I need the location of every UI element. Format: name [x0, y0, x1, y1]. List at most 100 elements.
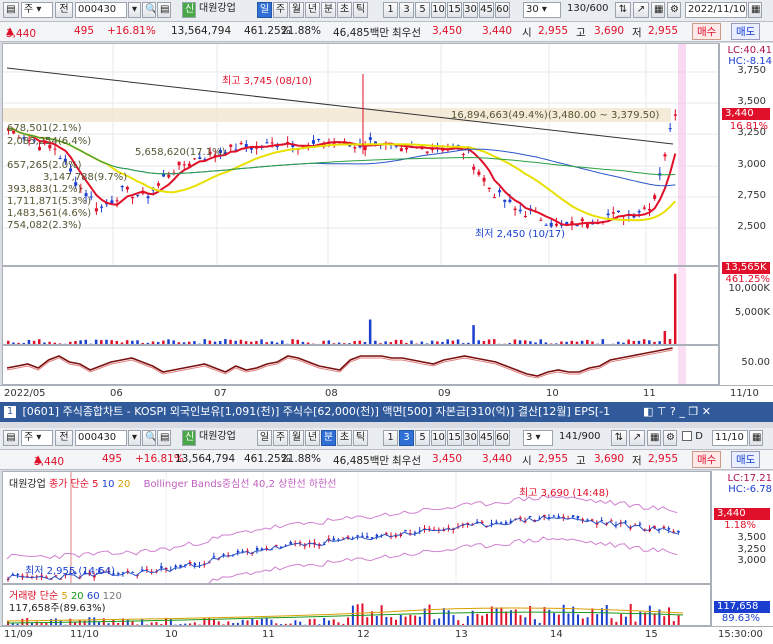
period-tab-6[interactable]: 틱: [353, 2, 368, 18]
date-input[interactable]: 11/10: [712, 430, 748, 446]
period-tab-5[interactable]: 초: [337, 430, 352, 446]
interval-button-1[interactable]: 3: [399, 2, 414, 18]
candle-body: [117, 573, 120, 575]
chart-menu-icon[interactable]: ▤: [3, 2, 19, 18]
volume-bar: [313, 618, 316, 625]
indicator-icon[interactable]: ⇅: [611, 430, 627, 446]
all-button[interactable]: 전: [55, 2, 73, 18]
stock-code-input[interactable]: 000430: [75, 430, 127, 446]
x-label: 14: [550, 629, 563, 640]
buy-button[interactable]: 매수: [692, 451, 722, 468]
interval-button-0[interactable]: 1: [383, 430, 398, 446]
interval-button-4[interactable]: 15: [447, 430, 462, 446]
period-tab-3[interactable]: 년: [305, 430, 320, 446]
period-tab-1[interactable]: 주: [273, 2, 288, 18]
candle-body: [472, 166, 476, 170]
code-dropdown-icon[interactable]: ▾: [128, 430, 141, 446]
candle-body: [482, 177, 486, 182]
date-checkbox[interactable]: D: [680, 430, 710, 446]
date-input[interactable]: 2022/11/10: [685, 2, 747, 18]
candle-body: [311, 140, 315, 144]
x-label: 08: [325, 388, 338, 399]
volume-bar: [141, 618, 144, 625]
interval-button-6[interactable]: 45: [479, 430, 494, 446]
pin-icon[interactable]: ⊤: [657, 405, 667, 418]
candle-body: [131, 196, 135, 199]
period-tab-4[interactable]: 분: [321, 2, 336, 18]
stock-code-input[interactable]: 000430: [75, 2, 127, 18]
interval-select[interactable]: 3 ▾: [523, 430, 553, 446]
settings-icon[interactable]: ⚙: [667, 2, 681, 18]
candle-body: [265, 142, 269, 144]
interval-button-2[interactable]: 5: [415, 2, 430, 18]
interval-button-2[interactable]: 5: [415, 430, 430, 446]
interval-button-4[interactable]: 15: [447, 2, 462, 18]
top-price-chart[interactable]: 최고 3,745 (08/10) 최저 2,450 (10/17) 16,894…: [2, 43, 719, 266]
chart-menu-icon[interactable]: ▤: [3, 430, 19, 446]
interval-button-5[interactable]: 30: [463, 2, 478, 18]
layout-icon[interactable]: ◧: [643, 405, 653, 418]
volume-bar: [600, 608, 603, 625]
x-label: 11/10: [730, 388, 759, 399]
search-icon[interactable]: 🔍: [142, 2, 156, 18]
volume-bar: [265, 617, 268, 625]
candle-body: [229, 144, 233, 147]
market-select[interactable]: 주 ▾: [21, 2, 53, 18]
period-tab-1[interactable]: 주: [273, 430, 288, 446]
high-price: 3,690: [594, 453, 625, 465]
table-icon[interactable]: ▦: [651, 2, 665, 18]
interval-button-7[interactable]: 60: [495, 430, 510, 446]
period-tab-0[interactable]: 일: [257, 430, 272, 446]
restore-icon[interactable]: ❐: [688, 405, 698, 418]
candle-body: [518, 209, 522, 212]
candle-body: [179, 564, 182, 567]
interval-button-5[interactable]: 30: [463, 430, 478, 446]
volume-profile-label: 1,711,871(5.3%): [7, 196, 92, 207]
compare-icon[interactable]: ↗: [629, 430, 645, 446]
market-select[interactable]: 주 ▾: [21, 430, 53, 446]
help-icon[interactable]: ?: [670, 405, 676, 418]
calendar-icon[interactable]: ▦: [748, 2, 762, 18]
period-tab-6[interactable]: 틱: [353, 430, 368, 446]
table-icon[interactable]: ▦: [647, 430, 661, 446]
interval-button-7[interactable]: 60: [495, 2, 510, 18]
sell-button[interactable]: 매도: [731, 23, 761, 40]
interval-button-3[interactable]: 10: [431, 2, 446, 18]
top-oscillator-chart[interactable]: [2, 345, 719, 385]
settings-icon[interactable]: ⚙: [663, 430, 677, 446]
interval-button-0[interactable]: 1: [383, 2, 398, 18]
volume-bar: [380, 605, 383, 625]
top-volume-chart[interactable]: [2, 266, 719, 345]
bottom-high-annotation: 최고 3,690 (14:48): [519, 488, 610, 499]
period-tab-3[interactable]: 년: [305, 2, 320, 18]
interval-select[interactable]: 30 ▾: [523, 2, 561, 18]
bottom-volume-rate-tag: 89.63%: [721, 613, 760, 624]
period-tab-4[interactable]: 분: [321, 430, 336, 446]
candle-body: [663, 154, 667, 157]
bottom-volume-chart[interactable]: 거래량 단순 5 20 60 120 117,658주(89.63%): [2, 584, 711, 626]
calendar-icon[interactable]: ▦: [749, 430, 763, 446]
all-button[interactable]: 전: [55, 430, 73, 446]
volume-bar: [495, 607, 498, 625]
menu-icon[interactable]: ▤: [157, 2, 171, 18]
menu-icon[interactable]: ▤: [157, 430, 171, 446]
period-tab-0[interactable]: 일: [257, 2, 272, 18]
interval-button-1[interactable]: 3: [399, 430, 414, 446]
period-tab-5[interactable]: 초: [337, 2, 352, 18]
minimize-icon[interactable]: _: [679, 405, 685, 418]
buy-button[interactable]: 매수: [692, 23, 722, 40]
candle-body: [222, 554, 225, 556]
sell-button[interactable]: 매도: [731, 451, 761, 468]
code-dropdown-icon[interactable]: ▾: [128, 2, 141, 18]
interval-button-6[interactable]: 45: [479, 2, 494, 18]
candle-body: [638, 523, 642, 525]
period-tab-2[interactable]: 월: [289, 430, 304, 446]
search-icon[interactable]: 🔍: [142, 430, 156, 446]
close-icon[interactable]: ✕: [702, 405, 711, 418]
compare-icon[interactable]: ↗: [633, 2, 649, 18]
indicator-icon[interactable]: ⇅: [615, 2, 631, 18]
bottom-price-chart[interactable]: 대원강업 종가 단순 5 10 20 Bollinger Bands중심선 40…: [2, 471, 711, 584]
candle-body: [368, 137, 372, 140]
interval-button-3[interactable]: 10: [431, 430, 446, 446]
period-tab-2[interactable]: 월: [289, 2, 304, 18]
